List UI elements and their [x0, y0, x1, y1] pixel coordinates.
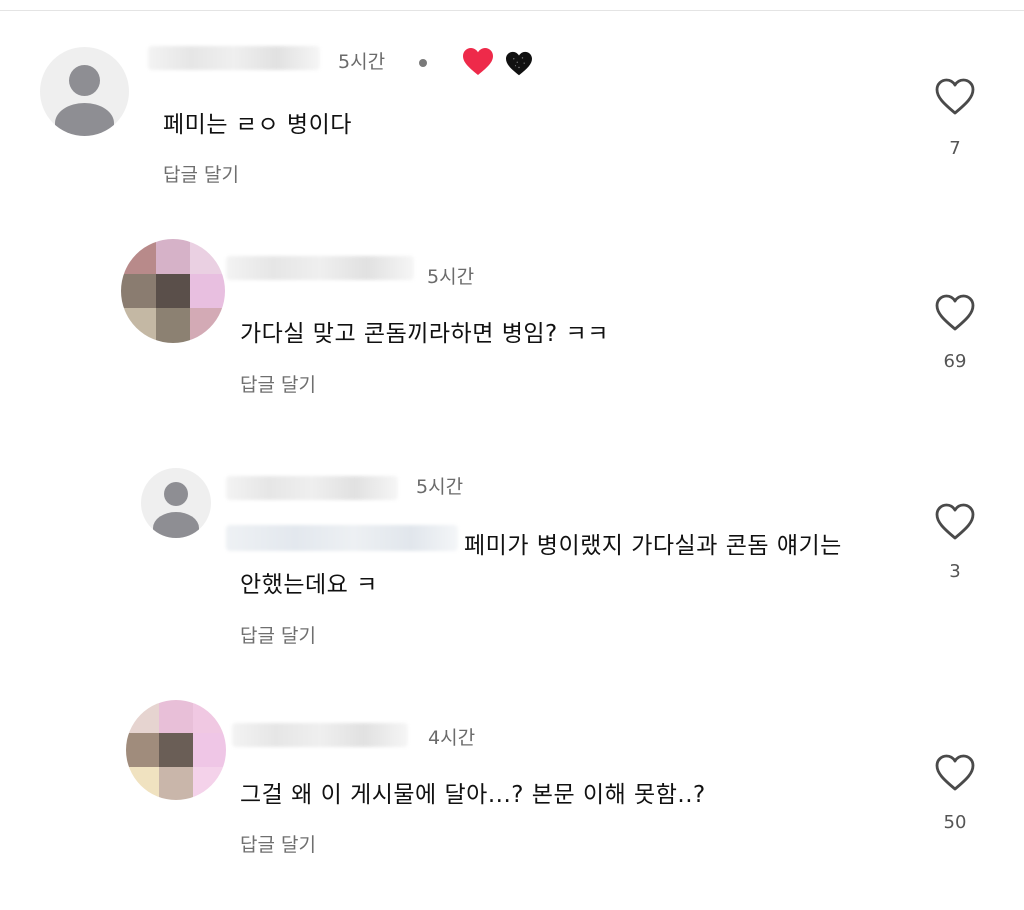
- red-heart-icon: [463, 48, 493, 75]
- black-heart-icon: [506, 51, 532, 76]
- like-count: 3: [949, 561, 961, 582]
- separator-dot: [419, 59, 427, 67]
- comment-item: 5시간 가다실 맞고 콘돔끼라하면 병임? ㅋㅋ 답글 달기 69: [0, 200, 1024, 430]
- comment-time: 5시간: [338, 51, 386, 73]
- avatar[interactable]: [126, 700, 226, 800]
- comment-item: 5시간 페미는 ㄹㅇ 병이다 답글 달기 7: [0, 0, 1024, 200]
- avatar[interactable]: [40, 47, 129, 136]
- reply-button[interactable]: 답글 달기: [163, 160, 239, 187]
- username-redacted[interactable]: [226, 476, 398, 500]
- reply-button[interactable]: 답글 달기: [240, 370, 316, 397]
- avatar[interactable]: [121, 239, 225, 343]
- like-count: 7: [949, 138, 961, 159]
- like-count: 69: [943, 351, 967, 372]
- mention-redacted[interactable]: [226, 525, 458, 551]
- comment-time: 5시간: [416, 476, 464, 498]
- comment-time: 4시간: [428, 727, 476, 749]
- like-heart-icon[interactable]: [935, 78, 975, 116]
- comment-text: 가다실 맞고 콘돔끼라하면 병임? ㅋㅋ: [240, 321, 609, 347]
- username-redacted[interactable]: [232, 723, 408, 747]
- username-redacted[interactable]: [226, 256, 414, 280]
- comment-item: 5시간 페미가 병이랬지 가다실과 콘돔 얘기는 안했는데요 ㅋ 답글 달기 3: [0, 430, 1024, 680]
- username-redacted[interactable]: [148, 46, 320, 70]
- like-count: 50: [943, 812, 967, 833]
- like-heart-icon[interactable]: [935, 503, 975, 541]
- comment-text-continued: 안했는데요 ㅋ: [240, 572, 378, 598]
- comment-time: 5시간: [427, 266, 475, 288]
- comment-text: 페미가 병이랬지 가다실과 콘돔 얘기는: [464, 533, 842, 559]
- comment-text: 그걸 왜 이 게시물에 달아...? 본문 이해 못함..?: [240, 782, 706, 808]
- like-heart-icon[interactable]: [935, 754, 975, 792]
- avatar[interactable]: [141, 468, 211, 538]
- like-heart-icon[interactable]: [935, 294, 975, 332]
- comment-text: 페미는 ㄹㅇ 병이다: [163, 112, 352, 138]
- reply-button[interactable]: 답글 달기: [240, 621, 316, 648]
- reply-button[interactable]: 답글 달기: [240, 830, 316, 857]
- comment-item: 4시간 그걸 왜 이 게시물에 달아...? 본문 이해 못함..? 답글 달기…: [0, 680, 1024, 910]
